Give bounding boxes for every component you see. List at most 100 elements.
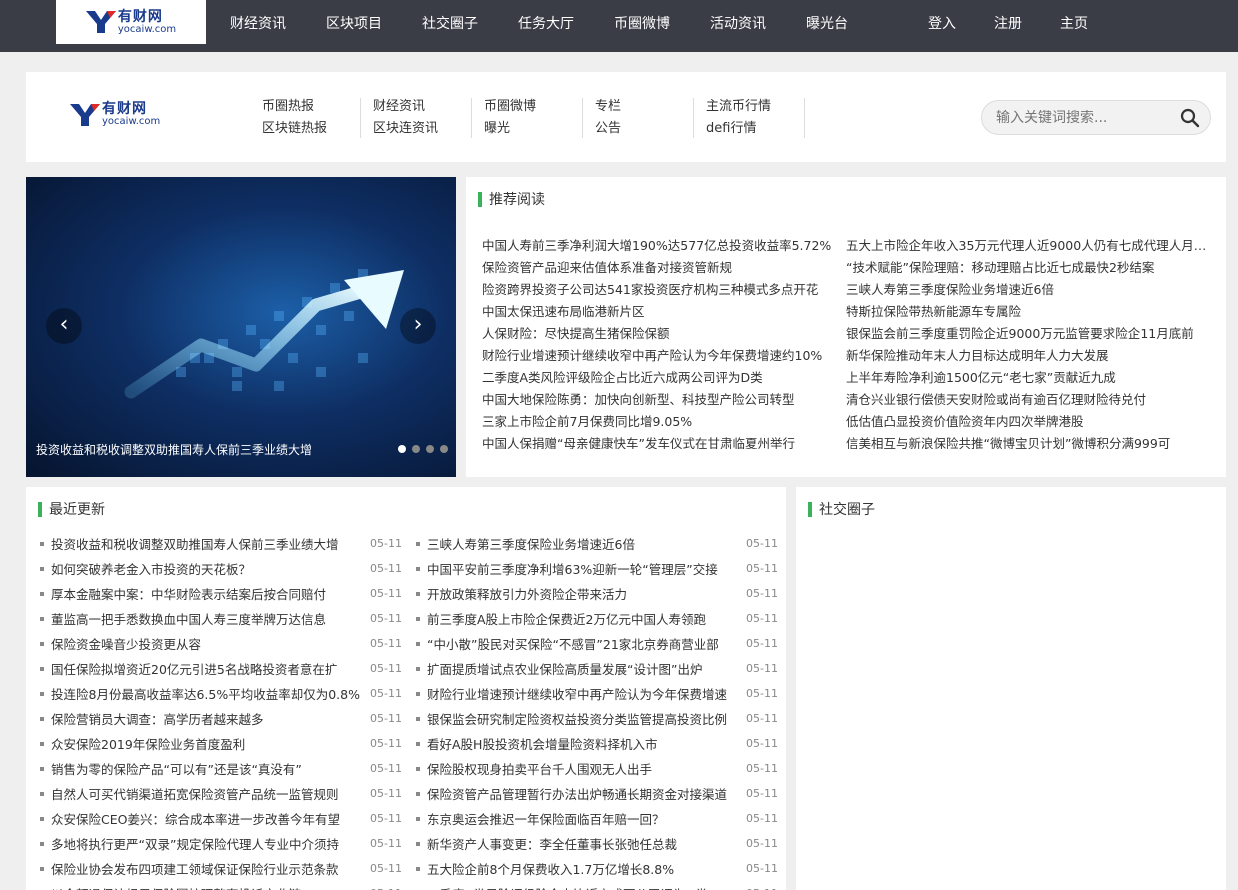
list-item[interactable]: 董监高一把手悉数换血中国人寿三度举牌万达信息 05-11 <box>40 606 402 631</box>
list-item-title[interactable]: 看好A股H股投资机会增量险资料择机入市 <box>427 734 742 753</box>
recommended-item[interactable]: 中国人寿前三季净利润大增190%达577亿总投资收益率5.72% <box>482 235 846 257</box>
list-item[interactable]: 厚本金融案中案：中华财险表示结案后按合同赔付 05-11 <box>40 581 402 606</box>
recommended-item[interactable]: 人保财险：尽快提高生猪保险保额 <box>482 323 846 345</box>
recommended-item[interactable]: 五大上市险企年收入35万元代理人近9000人仍有七成代理人月收入不足 <box>846 235 1210 257</box>
list-item[interactable]: 众安保险2019年保险业务首度盈利 05-11 <box>40 731 402 756</box>
list-item-title[interactable]: “中小散”股民对买保险“不感冒”21家北京券商营业部 <box>427 634 742 653</box>
recommended-item[interactable]: 二季度A类风险评级险企占比近六成两公司评为D类 <box>482 367 846 389</box>
list-item[interactable]: 二季度A类风险评级险企占比近六成两公司评为D类05-11 <box>416 881 778 890</box>
top-nav-item[interactable]: 社交圈子 <box>422 0 478 48</box>
list-item-title[interactable]: 三峡人寿第三季度保险业务增速近6倍 <box>427 534 742 553</box>
search-icon[interactable] <box>1180 108 1200 128</box>
list-item-title[interactable]: 中国平安前三季度净利增63%迎新一轮“管理层”交接 <box>427 559 742 578</box>
recommended-item[interactable]: 中国太保迅速布局临港新片区 <box>482 301 846 323</box>
category-link[interactable]: 币圈微博 <box>484 98 582 116</box>
list-item[interactable]: 银保监会研究制定险资权益投资分类监管提高投资比例 05-11 <box>416 706 778 731</box>
list-item[interactable]: 投连险8月份最高收益率达6.5%平均收益率却仅为0.8% 05-11 <box>40 681 402 706</box>
list-item[interactable]: 东京奥运会推迟一年保险面临百年赔一回？ 05-11 <box>416 806 778 831</box>
list-item[interactable]: 如何突破养老金入市投资的天花板？ 05-11 <box>40 556 402 581</box>
list-item[interactable]: 保险股权现身拍卖平台千人围观无人出手 05-11 <box>416 756 778 781</box>
list-item[interactable]: 自然人可买代销渠道拓宽保险资管产品统一监管规则 05-11 <box>40 781 402 806</box>
top-nav-item[interactable]: 财经资讯 <box>230 0 286 48</box>
top-nav-item[interactable]: 曝光台 <box>806 0 848 48</box>
top-nav-item[interactable]: 区块项目 <box>326 0 382 48</box>
category-link[interactable]: 币圈热报 <box>262 98 360 116</box>
list-item[interactable]: 财险行业增速预计继续收窄中再产险认为今年保费增速 05-11 <box>416 681 778 706</box>
list-item[interactable]: “中小散”股民对买保险“不感冒”21家北京券商营业部 05-11 <box>416 631 778 656</box>
list-item[interactable]: 投资收益和税收调整双助推国寿人保前三季业绩大增 05-11 <box>40 531 402 556</box>
list-item-title[interactable]: 二季度A类风险评级险企占比近六成两公司评为D类 <box>427 884 742 890</box>
list-item-title[interactable]: 董监高一把手悉数换血中国人寿三度举牌万达信息 <box>51 609 366 628</box>
recommended-item[interactable]: 中国大地保险陈勇：加快向创新型、科技型产险公司转型 <box>482 389 846 411</box>
category-link[interactable]: 区块连资讯 <box>373 120 471 138</box>
carousel-dot[interactable] <box>412 445 420 453</box>
recommended-item[interactable]: 三峡人寿第三季度保险业务增速近6倍 <box>846 279 1210 301</box>
list-item-title[interactable]: 以金额退保让根子保险圈梳理整套投诉产业链 <box>51 884 366 890</box>
list-item-title[interactable]: 投资收益和税收调整双助推国寿人保前三季业绩大增 <box>51 534 366 553</box>
recommended-item[interactable]: 三家上市险企前7月保费同比增9.05% <box>482 411 846 433</box>
list-item-title[interactable]: 扩面提质增试点农业保险高质量发展“设计图”出炉 <box>427 659 742 678</box>
carousel-prev-button[interactable]: ‹ <box>46 308 82 344</box>
account-link[interactable]: 注册 <box>994 0 1022 48</box>
site-logo[interactable]: 有财网 yocaiw.com <box>70 102 160 127</box>
carousel-dot[interactable] <box>398 445 406 453</box>
list-item-title[interactable]: 保险资管产品管理暂行办法出炉畅通长期资金对接渠道 <box>427 784 742 803</box>
recommended-item[interactable]: 特斯拉保险带热新能源车专属险 <box>846 301 1210 323</box>
category-link[interactable]: 区块链热报 <box>262 120 360 138</box>
recommended-item[interactable]: 银保监会前三季度重罚险企近9000万元监管要求险企11月底前 <box>846 323 1210 345</box>
image-carousel[interactable]: ‹ › 投资收益和税收调整双助推国寿人保前三季业绩大增 <box>26 177 456 477</box>
recommended-item[interactable]: 低估值凸显投资价值险资年内四次举牌港股 <box>846 411 1210 433</box>
list-item-title[interactable]: 如何突破养老金入市投资的天花板？ <box>51 559 366 578</box>
list-item-title[interactable]: 投连险8月份最高收益率达6.5%平均收益率却仅为0.8% <box>51 684 366 703</box>
list-item-title[interactable]: 银保监会研究制定险资权益投资分类监管提高投资比例 <box>427 709 742 728</box>
list-item[interactable]: 众安保险CEO姜兴：综合成本率进一步改善今年有望 05-11 <box>40 806 402 831</box>
carousel-caption[interactable]: 投资收益和税收调整双助推国寿人保前三季业绩大增 <box>36 441 312 458</box>
list-item-title[interactable]: 多地将执行更严“双录”规定保险代理人专业中介须持 <box>51 834 366 853</box>
list-item[interactable]: 销售为零的保险产品“可以有”还是该“真没有” 05-11 <box>40 756 402 781</box>
list-item-title[interactable]: 国任保险拟增资近20亿元引进5名战略投资者意在扩 <box>51 659 366 678</box>
category-link[interactable]: 专栏 <box>595 98 693 116</box>
list-item[interactable]: 看好A股H股投资机会增量险资料择机入市 05-11 <box>416 731 778 756</box>
recommended-item[interactable]: 保险资管产品迎来估值体系准备对接资管新规 <box>482 257 846 279</box>
list-item[interactable]: 五大险企前8个月保费收入1.7万亿增长8.8% 05-11 <box>416 856 778 881</box>
recommended-item[interactable]: 险资跨界投资子公司达541家投资医疗机构三种模式多点开花 <box>482 279 846 301</box>
search-input[interactable] <box>996 109 1166 126</box>
account-link[interactable]: 登入 <box>928 0 956 48</box>
carousel-next-button[interactable]: › <box>400 308 436 344</box>
list-item[interactable]: 保险业协会发布四项建工领域保证保险行业示范条款 05-11 <box>40 856 402 881</box>
list-item[interactable]: 保险营销员大调查：高学历者越来越多 05-11 <box>40 706 402 731</box>
list-item[interactable]: 前三季度A股上市险企保费近2万亿元中国人寿领跑 05-11 <box>416 606 778 631</box>
list-item-title[interactable]: 财险行业增速预计继续收窄中再产险认为今年保费增速 <box>427 684 742 703</box>
top-nav-item[interactable]: 任务大厅 <box>518 0 574 48</box>
recommended-item[interactable]: “技术赋能”保险理赔：移动理赔占比近七成最快2秒结案 <box>846 257 1210 279</box>
list-item[interactable]: 保险资管产品管理暂行办法出炉畅通长期资金对接渠道 05-11 <box>416 781 778 806</box>
list-item[interactable]: 开放政策释放引力外资险企带来活力 05-11 <box>416 581 778 606</box>
top-nav-item[interactable]: 活动资讯 <box>710 0 766 48</box>
list-item-title[interactable]: 众安保险CEO姜兴：综合成本率进一步改善今年有望 <box>51 809 366 828</box>
category-link[interactable]: defi行情 <box>706 120 804 138</box>
top-logo[interactable]: 有财网 yocaiw.com <box>56 0 206 44</box>
list-item-title[interactable]: 销售为零的保险产品“可以有”还是该“真没有” <box>51 759 366 778</box>
recommended-item[interactable]: 财险行业增速预计继续收窄中再产险认为今年保费增速约10% <box>482 345 846 367</box>
account-link[interactable]: 主页 <box>1060 0 1088 48</box>
list-item-title[interactable]: 保险资金噪音少投资更从容 <box>51 634 366 653</box>
list-item[interactable]: 扩面提质增试点农业保险高质量发展“设计图”出炉 05-11 <box>416 656 778 681</box>
list-item-title[interactable]: 五大险企前8个月保费收入1.7万亿增长8.8% <box>427 859 742 878</box>
list-item-title[interactable]: 前三季度A股上市险企保费近2万亿元中国人寿领跑 <box>427 609 742 628</box>
list-item-title[interactable]: 厚本金融案中案：中华财险表示结案后按合同赔付 <box>51 584 366 603</box>
category-link[interactable]: 曝光 <box>484 120 582 138</box>
category-link[interactable]: 财经资讯 <box>373 98 471 116</box>
list-item[interactable]: 以金额退保让根子保险圈梳理整套投诉产业链05-11 <box>40 881 402 890</box>
list-item-title[interactable]: 新华资产人事变更：李全任董事长张弛任总裁 <box>427 834 742 853</box>
recommended-item[interactable]: 中国人保捐赠“母亲健康快车”发车仪式在甘肃临夏州举行 <box>482 433 846 449</box>
category-link[interactable]: 公告 <box>595 120 693 138</box>
list-item-title[interactable]: 东京奥运会推迟一年保险面临百年赔一回？ <box>427 809 742 828</box>
list-item-title[interactable]: 保险股权现身拍卖平台千人围观无人出手 <box>427 759 742 778</box>
list-item-title[interactable]: 自然人可买代销渠道拓宽保险资管产品统一监管规则 <box>51 784 366 803</box>
list-item[interactable]: 保险资金噪音少投资更从容 05-11 <box>40 631 402 656</box>
list-item[interactable]: 多地将执行更严“双录”规定保险代理人专业中介须持 05-11 <box>40 831 402 856</box>
list-item[interactable]: 中国平安前三季度净利增63%迎新一轮“管理层”交接 05-11 <box>416 556 778 581</box>
carousel-dot[interactable] <box>440 445 448 453</box>
list-item[interactable]: 新华资产人事变更：李全任董事长张弛任总裁 05-11 <box>416 831 778 856</box>
top-nav-item[interactable]: 币圈微博 <box>614 0 670 48</box>
